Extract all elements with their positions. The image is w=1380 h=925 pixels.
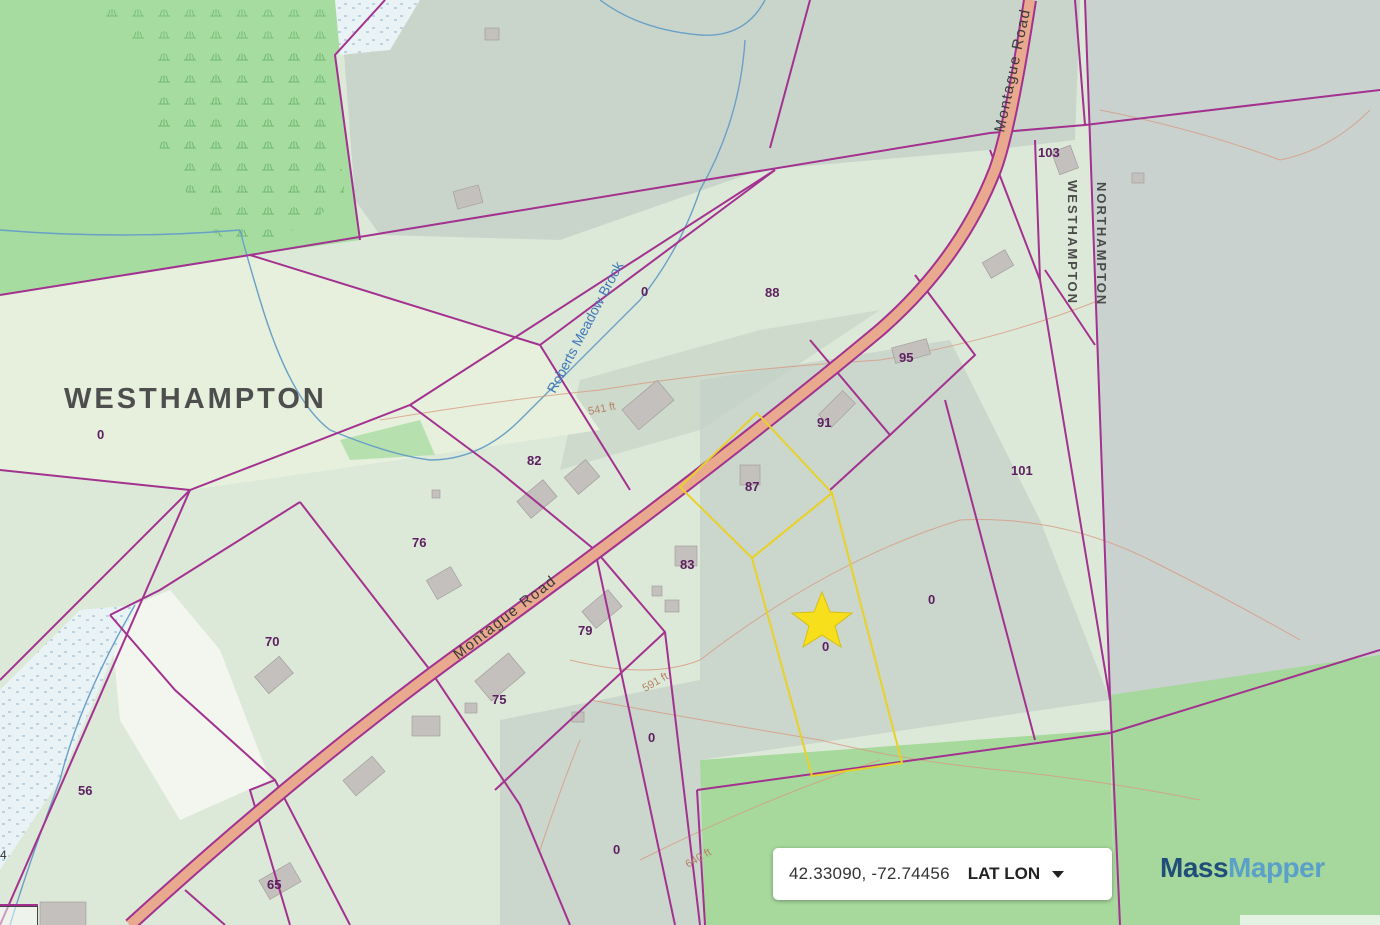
parcel-number: 75 [492,692,506,707]
brand-part-1: Mass [1160,852,1229,883]
parcel-number: 0 [613,842,620,857]
coordinate-mode-dropdown[interactable]: LAT LON [967,864,1065,884]
parcel-number: 91 [817,415,831,430]
town-line-label-west: WESTHAMPTON [1065,180,1080,305]
parcel-number: 56 [78,783,92,798]
coordinate-mode-label: LAT LON [967,864,1041,883]
parcel-number: 87 [745,479,759,494]
parcel-number: 103 [1038,145,1060,160]
parcel-number: 0 [641,284,648,299]
parcel-number: 0 [648,730,655,745]
parcel-map[interactable]: WESTHAMPTON WESTHAMPTON NORTHAMPTON Mont… [0,0,1380,925]
parcel-number: 0 [822,639,829,654]
parcel-number: 65 [267,877,281,892]
town-label: WESTHAMPTON [64,383,327,415]
massmapper-logo: MassMapper [1160,852,1325,884]
coordinate-display[interactable]: 42.33090, -72.74456 LAT LON [773,848,1112,900]
parcel-number: 101 [1011,463,1033,478]
caret-down-icon [1052,870,1065,878]
coordinate-value: 42.33090, -72.74456 [789,864,950,883]
parcel-number: 76 [412,535,426,550]
scale-bar [0,906,38,925]
parcel-number: 83 [680,557,694,572]
parcel-number: 70 [265,634,279,649]
parcel-number: 79 [578,623,592,638]
parcel-number: 0 [97,427,104,442]
parcel-number: 88 [765,285,779,300]
parcel-number: 82 [527,453,541,468]
scale-number: 4 [0,848,7,862]
town-line-label-east: NORTHAMPTON [1094,182,1109,306]
brand-part-2: Mapper [1228,852,1325,883]
attribution-strip [1240,915,1380,925]
parcel-number: 0 [928,592,935,607]
parcel-number: 95 [899,350,913,365]
